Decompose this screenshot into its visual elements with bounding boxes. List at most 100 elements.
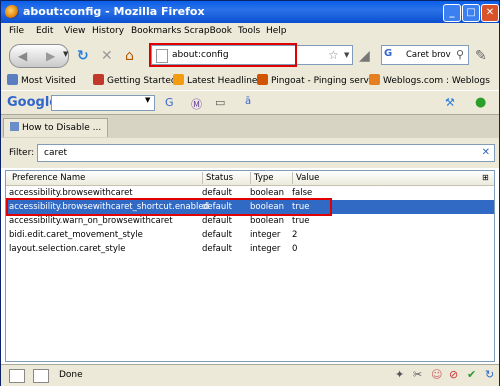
row-value: true — [292, 216, 310, 226]
menu-help[interactable]: Help — [266, 26, 287, 36]
google-search-dropdown-icon[interactable]: ▼ — [145, 96, 150, 104]
status-bar: Done ✦ ✂ ☺ ⊘ ✔ ↻ — [1, 364, 499, 386]
menu-tools[interactable]: Tools — [238, 26, 260, 36]
spellcheck-icon[interactable]: ā — [245, 96, 251, 107]
column-status[interactable]: Status — [206, 173, 233, 183]
rss-icon — [173, 74, 184, 85]
window-title: about:config - Mozilla Firefox — [23, 5, 205, 18]
check-icon[interactable]: ✔ — [467, 368, 476, 381]
rss-feed-icon[interactable]: ◢ — [359, 48, 370, 64]
about-config-page: Filter: caret ✕ Preference Name Status T… — [1, 138, 499, 364]
table-row[interactable]: bidi.edit.caret_movement_style default i… — [6, 228, 494, 242]
forward-arrow-icon[interactable]: ▶ — [46, 49, 55, 63]
firefox-window: about:config - Mozilla Firefox _ □ ✕ Fil… — [0, 0, 500, 386]
highlight-icon[interactable]: ▭ — [215, 96, 225, 109]
row-value: false — [292, 188, 313, 198]
addon-icon[interactable]: ✦ — [395, 368, 404, 381]
tab-bar: How to Disable ... — [1, 114, 499, 139]
maximize-button[interactable]: □ — [462, 4, 480, 22]
search-bar[interactable]: G Caret brov ⚲ — [381, 45, 469, 65]
row-name: accessibility.browsewithcaret — [9, 188, 133, 198]
bookmark-star-icon[interactable]: ☆ — [328, 48, 339, 62]
firefox-logo-icon — [5, 5, 19, 19]
menu-view[interactable]: View — [64, 26, 85, 36]
column-value[interactable]: Value — [296, 173, 319, 183]
home-icon[interactable]: ⌂ — [125, 48, 134, 64]
filter-label: Filter: — [9, 148, 35, 158]
column-separator[interactable] — [250, 172, 251, 184]
menu-bookmarks[interactable]: Bookmarks — [131, 26, 181, 36]
navigation-toolbar: ◀ ▶ ▼ ↻ ✕ ⌂ about:config ☆ ▼ ◢ G Caret b… — [1, 40, 499, 70]
row-name: bidi.edit.caret_movement_style — [9, 230, 143, 240]
google-search-input[interactable] — [51, 95, 155, 111]
highlight-box-row — [6, 198, 332, 216]
bookmarks-toolbar: Most Visited Getting Started Latest Head… — [1, 70, 499, 90]
bookmark-latest-headlines[interactable]: Latest Headlines — [173, 74, 262, 86]
row-type: boolean — [250, 216, 284, 226]
column-preference-name[interactable]: Preference Name — [12, 173, 85, 183]
quill-icon[interactable]: ✎ — [475, 48, 487, 64]
row-value: 0 — [292, 244, 298, 254]
bookmark-weblogs[interactable]: Weblogs.com : Weblogs — [369, 74, 490, 86]
scissors-icon[interactable]: ✂ — [413, 368, 422, 381]
row-status: default — [202, 216, 232, 226]
reload-icon[interactable]: ↻ — [77, 48, 89, 64]
refresh-status-icon[interactable]: ↻ — [485, 368, 494, 381]
filter-value[interactable]: caret — [44, 148, 67, 158]
row-value: 2 — [292, 230, 298, 240]
highlight-box-url — [149, 43, 297, 67]
page-icon[interactable] — [33, 369, 49, 383]
most-visited-icon — [7, 74, 18, 85]
search-magnifier-icon[interactable]: ⚲ — [456, 48, 464, 61]
filter-input[interactable]: caret ✕ — [37, 144, 495, 162]
pingoat-icon — [257, 74, 268, 85]
row-status: default — [202, 244, 232, 254]
close-button[interactable]: ✕ — [481, 4, 499, 22]
stop-icon[interactable]: ✕ — [101, 48, 113, 64]
row-name: layout.selection.caret_style — [9, 244, 126, 254]
table-header: Preference Name Status Type Value ⊞ — [6, 171, 494, 186]
menu-edit[interactable]: Edit — [36, 26, 53, 36]
block-icon[interactable]: ⊘ — [449, 368, 458, 381]
getting-started-icon — [93, 74, 104, 85]
row-name: accessibility.warn_on_browsewithcaret — [9, 216, 173, 226]
url-dropdown-icon[interactable]: ▼ — [344, 51, 349, 59]
back-arrow-icon[interactable]: ◀ — [18, 49, 27, 63]
google-search-icon[interactable]: G — [165, 96, 174, 109]
menu-history[interactable]: History — [92, 26, 124, 36]
menu-bar: File Edit View History Bookmarks ScrapBo… — [1, 23, 499, 40]
google-icon[interactable]: G — [384, 48, 398, 62]
green-dot-icon[interactable]: ● — [475, 95, 486, 110]
bookmark-getting-started[interactable]: Getting Started — [93, 74, 177, 86]
tab-how-to-disable[interactable]: How to Disable ... — [3, 118, 109, 137]
clear-filter-icon[interactable]: ✕ — [482, 147, 490, 158]
history-dropdown-icon[interactable]: ▼ — [63, 50, 68, 58]
bookmark-most-visited[interactable]: Most Visited — [7, 74, 76, 86]
sidebar-toggle-icon[interactable] — [9, 369, 25, 383]
row-type: integer — [250, 230, 281, 240]
table-row[interactable]: layout.selection.caret_style default int… — [6, 242, 494, 256]
column-picker-icon[interactable]: ⊞ — [482, 173, 489, 182]
column-separator[interactable] — [202, 172, 203, 184]
table-row[interactable]: accessibility.warn_on_browsewithcaret de… — [6, 214, 494, 228]
preferences-table: Preference Name Status Type Value ⊞ acce… — [5, 170, 495, 362]
wrench-icon[interactable]: ⚒ — [445, 96, 455, 109]
row-type: integer — [250, 244, 281, 254]
tab-favicon-icon — [10, 122, 19, 131]
column-type[interactable]: Type — [254, 173, 274, 183]
minimize-button[interactable]: _ — [443, 4, 461, 22]
title-bar: about:config - Mozilla Firefox _ □ ✕ — [1, 1, 499, 23]
menu-file[interactable]: File — [9, 26, 24, 36]
column-separator[interactable] — [292, 172, 293, 184]
menu-scrapbook[interactable]: ScrapBook — [184, 26, 232, 36]
bookmark-pingoat[interactable]: Pingoat - Pinging servi... — [257, 74, 380, 86]
back-forward-buttons: ◀ ▶ — [9, 44, 69, 68]
person-icon[interactable]: ☺ — [431, 368, 442, 381]
weblogs-icon — [369, 74, 380, 85]
translate-icon[interactable]: Ⓜ — [191, 96, 202, 112]
search-input[interactable]: Caret brov — [406, 50, 451, 60]
filter-row: Filter: caret ✕ — [1, 138, 499, 168]
status-text: Done — [59, 370, 83, 380]
row-status: default — [202, 230, 232, 240]
row-status: default — [202, 188, 232, 198]
